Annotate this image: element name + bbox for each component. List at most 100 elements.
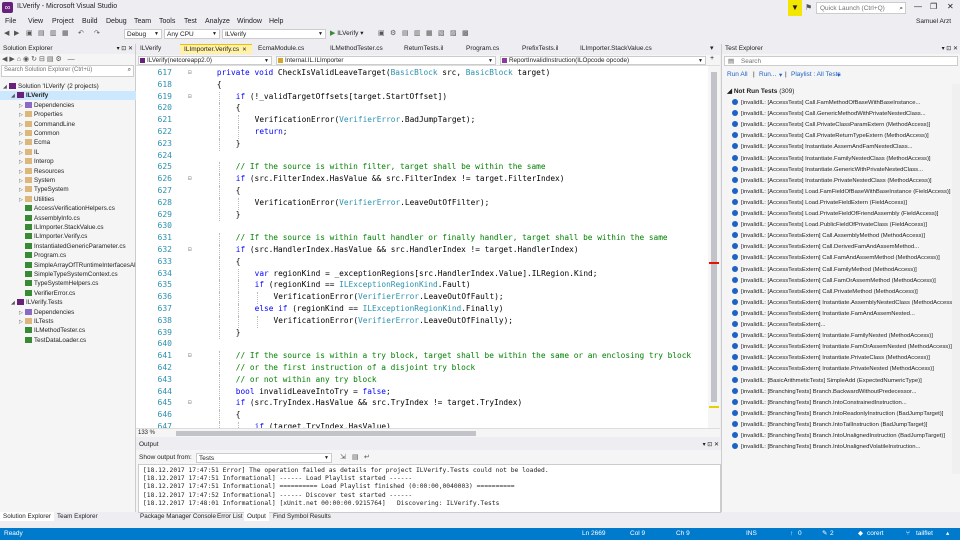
- code-line[interactable]: private void CheckIsValidLeaveTarget(Bas…: [217, 68, 550, 77]
- code-line[interactable]: if (regionKind == ILExceptionRegionKind.…: [255, 280, 471, 289]
- toolbar-icon-5[interactable]: ▦: [426, 29, 433, 37]
- code-line[interactable]: {: [236, 257, 241, 266]
- test-item[interactable]: [invalidIL: [AccessTestsExtern]...: [732, 321, 952, 330]
- close-tab-icon[interactable]: ✕: [242, 47, 247, 53]
- status-edits-count[interactable]: 2: [830, 528, 834, 540]
- toolbar-icon-4[interactable]: ▥: [414, 29, 421, 37]
- maximize-button[interactable]: ❐: [930, 2, 937, 11]
- tree-item[interactable]: TestDataLoader.cs: [0, 336, 136, 345]
- menu-tools[interactable]: Tools: [159, 16, 175, 28]
- tree-item[interactable]: ▷ TypeSystem: [0, 185, 136, 194]
- user-name[interactable]: Samuel Arzt: [916, 16, 951, 28]
- status-arrow-up-icon[interactable]: ↑: [790, 528, 793, 540]
- tree-item[interactable]: ▷ Properties: [0, 110, 136, 119]
- test-explorer-search-input[interactable]: ▤ Search: [724, 56, 958, 66]
- editor-vertical-scrollbar[interactable]: [708, 66, 720, 428]
- toolbar-icon-6[interactable]: ▧: [438, 29, 445, 37]
- code-line[interactable]: VerificationError(VerifierError.BadJumpT…: [255, 115, 476, 124]
- test-item[interactable]: [invalidIL: [AccessTestsExtern] Instanti…: [732, 332, 952, 341]
- test-item[interactable]: [invalidIL: [AccessTestsExtern] Instanti…: [732, 365, 952, 374]
- tree-item[interactable]: ◢ ILVerify: [0, 91, 136, 101]
- tree-item[interactable]: ▷ Ecma: [0, 138, 136, 147]
- test-item[interactable]: [invalidIL: [BasicArithmeticTests] Simpl…: [732, 376, 952, 386]
- branch-icon[interactable]: ⑂: [906, 528, 910, 540]
- test-item[interactable]: [invalidIL: [AccessTestsExtern] Call.Fam…: [732, 265, 952, 275]
- tree-item[interactable]: SimpleTypeSystemContext.cs: [0, 270, 136, 279]
- clear-all-icon[interactable]: ▤: [352, 453, 359, 461]
- test-item[interactable]: [invalidIL: [AccessTests] Instantiate.As…: [732, 143, 952, 152]
- code-line[interactable]: }: [236, 139, 241, 148]
- status-branch[interactable]: tailflet: [916, 528, 933, 540]
- tree-item[interactable]: TypeSystemHelpers.cs: [0, 279, 136, 288]
- group-by-icon[interactable]: ▤: [728, 57, 734, 66]
- quick-launch-input[interactable]: Quick Launch (Ctrl+Q) ⌕: [816, 2, 906, 14]
- tree-item[interactable]: SimpleArrayOfTRuntimeInterfacesAl: [0, 261, 136, 270]
- repo-icon[interactable]: ◆: [858, 528, 863, 540]
- code-line[interactable]: if (src.HandlerIndex.HasValue && src.Han…: [236, 245, 579, 254]
- test-item[interactable]: [invalidIL: [AccessTests] Load.FamFieldO…: [732, 187, 952, 197]
- code-line[interactable]: {: [236, 410, 241, 419]
- tree-item[interactable]: ◢ ILVerify.Tests: [0, 298, 136, 307]
- output-source-select[interactable]: Tests ▼: [196, 453, 332, 463]
- tree-item[interactable]: ILImporter.Verify.cs: [0, 232, 136, 241]
- test-item[interactable]: [invalidIL: [AccessTests] Instantiate.Ge…: [732, 165, 952, 175]
- fold-toggle-icon[interactable]: ⊟: [188, 175, 194, 182]
- fold-toggle-icon[interactable]: ⊟: [188, 69, 194, 76]
- code-line[interactable]: var regionKind = _exceptionRegions[src.H…: [255, 269, 598, 278]
- test-item[interactable]: [invalidIL: [AccessTests] Call.FamMethod…: [732, 99, 952, 108]
- test-explorer-scrollbar[interactable]: [952, 84, 960, 474]
- code-line[interactable]: if (src.TryIndex.HasValue && src.TryInde…: [236, 398, 522, 407]
- tab-solution-explorer[interactable]: Solution Explorer: [0, 512, 54, 521]
- fold-toggle-icon[interactable]: ⊟: [188, 246, 194, 253]
- save-icon[interactable]: ▥: [50, 29, 57, 37]
- tree-item[interactable]: ▷ Common: [0, 129, 136, 138]
- pane-controls-icon[interactable]: ▾ ⊡ ✕: [703, 440, 719, 450]
- tab-document[interactable]: ILMethodTester.cs: [326, 44, 398, 54]
- tree-item[interactable]: Program.cs: [0, 251, 136, 260]
- status-pencil-icon[interactable]: ✎: [822, 528, 827, 540]
- code-line[interactable]: VerificationError(VerifierError.LeaveOut…: [255, 198, 490, 207]
- playlist-link[interactable]: Playlist : All Tests: [791, 71, 841, 78]
- tab-package-manager-console[interactable]: Package Manager Console: [137, 512, 219, 521]
- test-item[interactable]: [invalidIL: [AccessTests] Load.PrivateFi…: [732, 210, 952, 219]
- start-debugging-button[interactable]: ▶ ILVerify ▾: [330, 29, 363, 39]
- run-link[interactable]: Run...: [759, 71, 776, 78]
- fold-toggle-icon[interactable]: ⊟: [188, 93, 194, 100]
- output-text[interactable]: [18.12.2017 17:47:51 Error] The operatio…: [138, 464, 721, 513]
- test-item[interactable]: [invalidIL: [AccessTests] Load.PublicFie…: [732, 221, 952, 230]
- save-all-icon[interactable]: ▦: [62, 29, 69, 37]
- menu-debug[interactable]: Debug: [106, 16, 127, 28]
- tab-output[interactable]: Output: [244, 512, 269, 521]
- tab-document[interactable]: ILImporter.Verify.cs ✕: [180, 44, 252, 54]
- tree-item[interactable]: ILMethodTester.cs: [0, 326, 136, 335]
- code-line[interactable]: if (src.FilterIndex.HasValue && src.Filt…: [236, 174, 565, 183]
- startup-project-select[interactable]: ILVerify ▼: [222, 29, 326, 39]
- tree-item[interactable]: ▷ System: [0, 176, 136, 185]
- code-line[interactable]: // If the source is within a try block, …: [236, 351, 691, 360]
- editor-horizontal-scroll-thumb[interactable]: [176, 431, 476, 436]
- not-run-tests-group[interactable]: ◢ Not Run Tests (309): [727, 87, 794, 95]
- menu-file[interactable]: File: [5, 16, 16, 28]
- test-item[interactable]: [invalidIL: [BranchingTests] Branch.Into…: [732, 432, 952, 441]
- split-window-icon[interactable]: +: [710, 55, 714, 62]
- menu-analyze[interactable]: Analyze: [205, 16, 230, 28]
- test-item[interactable]: [invalidIL: [AccessTestsExtern] Instanti…: [732, 354, 952, 363]
- toolbar-icon-8[interactable]: ▩: [462, 29, 469, 37]
- member-dropdown[interactable]: ReportInvalidInstruction(ILOpcode opcode…: [500, 56, 706, 65]
- solution-platform-select[interactable]: Any CPU ▼: [164, 29, 220, 39]
- type-dropdown[interactable]: Internal.IL.ILImporter ▼: [276, 56, 496, 65]
- test-item[interactable]: [invalidIL: [BranchingTests] Branch.Into…: [732, 420, 952, 430]
- code-line[interactable]: // or the first instruction of a disjoin…: [236, 363, 475, 372]
- tab-document[interactable]: Program.cs: [462, 44, 516, 54]
- tree-item[interactable]: VerifierError.cs: [0, 289, 136, 298]
- code-line[interactable]: else if (regionKind == ILExceptionRegion…: [255, 304, 504, 313]
- toolbar-icon-2[interactable]: ⚙: [390, 29, 396, 37]
- menu-project[interactable]: Project: [52, 16, 74, 28]
- chevron-down-icon[interactable]: ▾: [779, 71, 782, 79]
- test-item[interactable]: [invalidIL: [BranchingTests] Branch.Into…: [732, 398, 952, 408]
- project-dropdown[interactable]: ILVerify(netcoreapp2.0) ▼: [138, 56, 272, 65]
- code-line[interactable]: // If the source is within fault handler…: [236, 233, 668, 242]
- toolbar-icon-3[interactable]: ▤: [402, 29, 409, 37]
- menu-help[interactable]: Help: [269, 16, 283, 28]
- tree-item[interactable]: InstantiatedGenericParameter.cs: [0, 242, 136, 251]
